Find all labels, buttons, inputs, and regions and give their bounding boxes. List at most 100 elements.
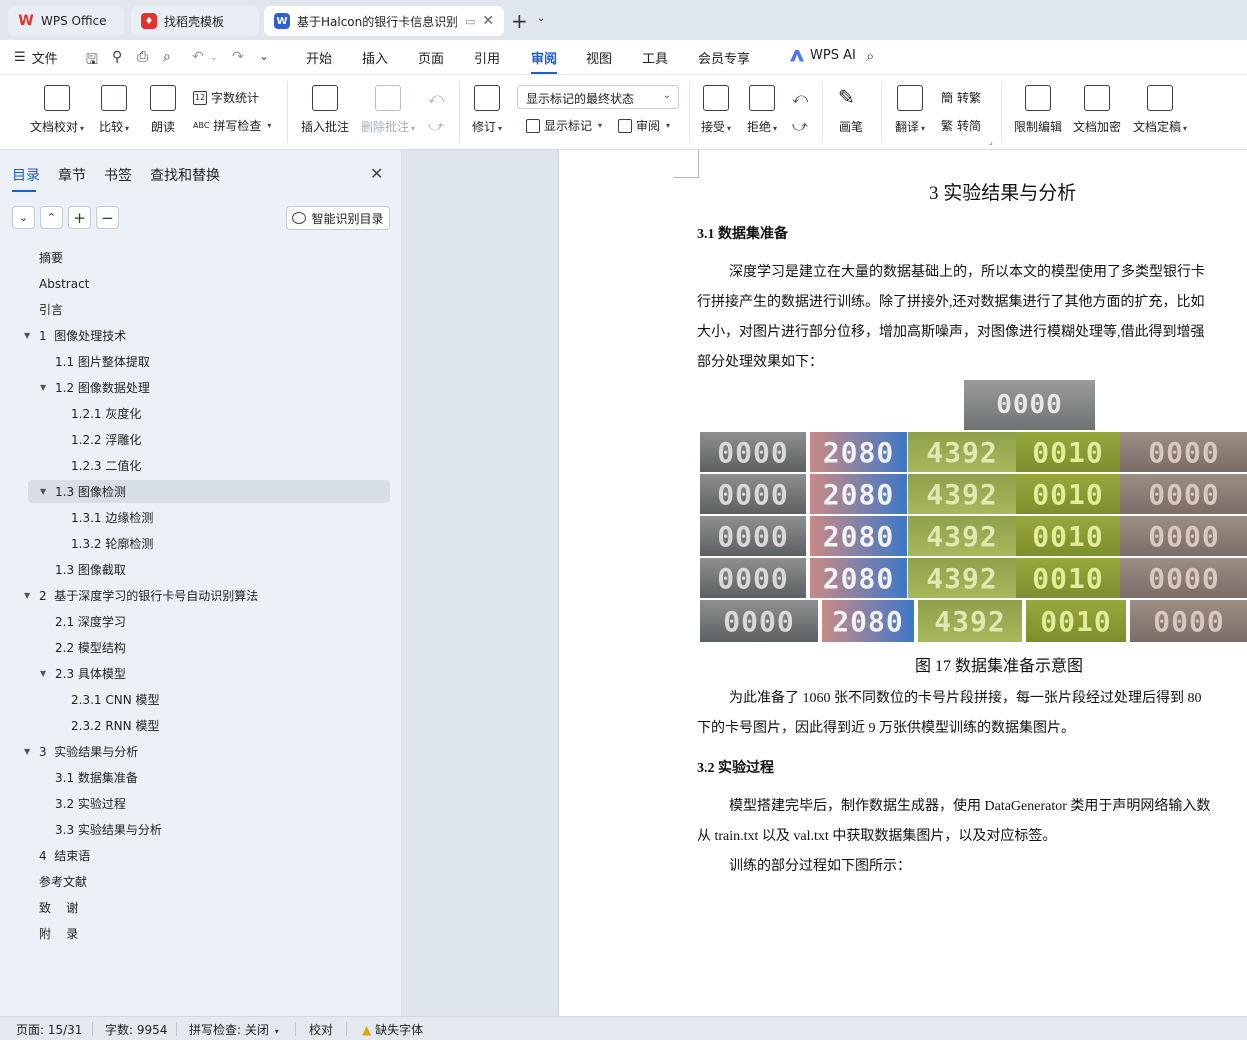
close-icon[interactable]: ✕ bbox=[370, 164, 383, 183]
collapse-all-button[interactable]: ⌄ bbox=[12, 206, 35, 229]
missing-font-status[interactable]: ▲ 缺失字体 bbox=[362, 1021, 423, 1038]
print-icon[interactable]: ⎙ bbox=[137, 49, 148, 65]
toc-item[interactable]: ▼ 1.2 图像数据处理 bbox=[28, 376, 390, 399]
previous-change-icon[interactable]: ⤺ bbox=[792, 89, 808, 107]
page-indicator[interactable]: 页面: 15/31 bbox=[16, 1021, 82, 1038]
to-traditional-button[interactable]: 簡 转繁 bbox=[941, 89, 981, 106]
insert-comment-button[interactable]: 插入批注 bbox=[301, 85, 349, 135]
toc-item[interactable]: 引言 bbox=[28, 298, 390, 321]
remove-heading-button[interactable]: − bbox=[96, 206, 119, 229]
toc-item[interactable]: 附 录 bbox=[28, 922, 390, 945]
toc-item[interactable]: 致 谢 bbox=[28, 896, 390, 919]
menu-home[interactable]: 开始 bbox=[306, 48, 332, 67]
toc-item[interactable]: 2.1 深度学习 bbox=[28, 610, 390, 633]
add-heading-button[interactable]: + bbox=[68, 206, 91, 229]
new-tab-icon[interactable]: + bbox=[511, 9, 528, 33]
toc-item[interactable]: 2.3.1 CNN 模型 bbox=[28, 688, 390, 711]
nav-tab-toc[interactable]: 目录 bbox=[12, 165, 40, 192]
review-pane-button[interactable]: 审阅 ▾ bbox=[618, 117, 670, 134]
expand-triangle-icon[interactable]: ▼ bbox=[40, 383, 46, 392]
tab-wps-office[interactable]: W WPS Office bbox=[8, 6, 124, 36]
toc-item[interactable]: 1.3 图像截取 bbox=[28, 558, 390, 581]
toc-item[interactable]: 2.2 模型结构 bbox=[28, 636, 390, 659]
markup-state-select[interactable]: 显示标记的最终状态 ⌄ bbox=[517, 85, 679, 109]
tab-template[interactable]: ♦ 找稻壳模板 bbox=[131, 6, 259, 36]
expand-triangle-icon[interactable]: ▼ bbox=[40, 487, 46, 496]
spell-check-status[interactable]: 拼写检查: 关闭 ▾ bbox=[189, 1021, 279, 1038]
wps-ai-button[interactable]: WPS AI bbox=[790, 48, 856, 63]
restrict-edit-button[interactable]: 限制编辑 bbox=[1014, 85, 1062, 135]
menu-references[interactable]: 引用 bbox=[474, 48, 500, 67]
toc-item[interactable]: 1.1 图片整体提取 bbox=[28, 350, 390, 373]
tab-document[interactable]: W 基于Halcon的银行卡信息识别 ▭ ✕ bbox=[264, 6, 504, 36]
encrypt-button[interactable]: 文档加密 bbox=[1073, 85, 1121, 135]
close-icon[interactable]: ✕ bbox=[482, 13, 494, 29]
translate-button[interactable]: 翻译 ▾ bbox=[895, 85, 925, 135]
toc-item[interactable]: 1.3.1 边缘检测 bbox=[28, 506, 390, 529]
expand-triangle-icon[interactable]: ▼ bbox=[40, 669, 46, 678]
toc-item[interactable]: 3.1 数据集准备 bbox=[28, 766, 390, 789]
accept-button[interactable]: 接受 ▾ bbox=[701, 85, 731, 135]
proofread-button[interactable]: 文档校对 ▾ bbox=[30, 85, 84, 135]
toc-item[interactable]: 1.3.2 轮廓检测 bbox=[28, 532, 390, 555]
dialog-launcher-icon[interactable]: ⌟ bbox=[989, 137, 993, 146]
more-icon[interactable]: ⌄ bbox=[259, 49, 269, 63]
expand-triangle-icon[interactable]: ▼ bbox=[24, 591, 30, 600]
expand-up-button[interactable]: ⌃ bbox=[40, 206, 63, 229]
print-preview-icon[interactable]: ⌕ bbox=[163, 49, 171, 65]
revise-button[interactable]: 修订 ▾ bbox=[472, 85, 502, 135]
toc-item[interactable]: 2.3.2 RNN 模型 bbox=[28, 714, 390, 737]
search-icon[interactable]: ⌕ bbox=[866, 47, 874, 65]
share-icon[interactable]: ⚲ bbox=[112, 49, 122, 65]
toc-item[interactable]: ▼ 2.3 具体模型 bbox=[28, 662, 390, 685]
toc-item[interactable]: Abstract bbox=[28, 272, 390, 295]
toc-item[interactable]: ▼ 1 图像处理技术 bbox=[24, 324, 390, 347]
toc-item[interactable]: 4 结束语 bbox=[28, 844, 390, 867]
toc-item[interactable]: 摘要 bbox=[28, 246, 390, 269]
to-simplified-button[interactable]: 繁 转简 bbox=[941, 117, 981, 134]
proof-status[interactable]: 校对 bbox=[309, 1021, 333, 1038]
word-count-status[interactable]: 字数: 9954 bbox=[105, 1021, 167, 1038]
toc-item[interactable]: ▼ 3 实验结果与分析 bbox=[24, 740, 390, 763]
save-icon[interactable]: 🖫 bbox=[86, 49, 98, 73]
finalize-button[interactable]: 文档定稿 ▾ bbox=[1133, 85, 1187, 135]
redo-icon[interactable]: ↷ bbox=[232, 49, 244, 65]
toc-item[interactable]: 1.2.1 灰度化 bbox=[28, 402, 390, 425]
word-count-button[interactable]: 12 字数统计 bbox=[193, 89, 259, 106]
menu-member[interactable]: 会员专享 bbox=[698, 48, 750, 67]
document-page[interactable]: 3 实验结果与分析 3.1 数据集准备 深度学习是建立在大量的数据基础上的，所以… bbox=[558, 150, 1247, 1016]
show-markup-button[interactable]: 显示标记 ▾ bbox=[526, 117, 602, 134]
delete-comment-button[interactable]: 删除批注 ▾ bbox=[361, 85, 415, 135]
ink-button[interactable]: ✎ 画笔 bbox=[838, 85, 864, 135]
spell-check-button[interactable]: ABC 拼写检查 ▾ bbox=[193, 117, 271, 134]
reject-button[interactable]: 拒绝 ▾ bbox=[747, 85, 777, 135]
menu-insert[interactable]: 插入 bbox=[362, 48, 388, 67]
menu-view[interactable]: 视图 bbox=[586, 48, 612, 67]
next-comment-icon[interactable]: ⤻ bbox=[428, 117, 444, 135]
monitor-icon[interactable]: ▭ bbox=[465, 15, 475, 28]
toc-item[interactable]: 3.2 实验过程 bbox=[28, 792, 390, 815]
menu-review[interactable]: 审阅 bbox=[531, 48, 558, 74]
menu-tools[interactable]: 工具 bbox=[642, 48, 668, 67]
undo-icon[interactable]: ↶ bbox=[192, 49, 204, 65]
menu-page[interactable]: 页面 bbox=[418, 48, 444, 67]
toc-item[interactable]: ▼ 1.3 图像检测 bbox=[28, 480, 390, 503]
nav-tab-find-replace[interactable]: 查找和替换 bbox=[150, 165, 220, 192]
nav-tab-sections[interactable]: 章节 bbox=[58, 165, 86, 192]
smart-toc-button[interactable]: 智能识别目录 bbox=[286, 206, 390, 230]
toc-item[interactable]: 1.2.2 浮雕化 bbox=[28, 428, 390, 451]
compare-button[interactable]: 比较 ▾ bbox=[99, 85, 129, 135]
toc-item[interactable]: ▼ 2 基于深度学习的银行卡号自动识别算法 bbox=[24, 584, 390, 607]
previous-comment-icon[interactable]: ⤺ bbox=[428, 89, 444, 107]
nav-tab-bookmarks[interactable]: 书签 bbox=[104, 165, 132, 192]
toc-item[interactable]: 参考文献 bbox=[28, 870, 390, 893]
undo-dropdown-icon[interactable]: ⌄ bbox=[210, 53, 218, 63]
chevron-down-icon[interactable]: ⌄ bbox=[537, 13, 545, 24]
toc-item[interactable]: 1.2.3 二值化 bbox=[28, 454, 390, 477]
next-change-icon[interactable]: ⤻ bbox=[792, 117, 808, 135]
read-aloud-button[interactable]: 朗读 bbox=[150, 85, 176, 135]
expand-triangle-icon[interactable]: ▼ bbox=[24, 331, 30, 340]
expand-triangle-icon[interactable]: ▼ bbox=[24, 747, 30, 756]
toc-item[interactable]: 3.3 实验结果与分析 bbox=[28, 818, 390, 841]
file-menu[interactable]: ☰ 文件 bbox=[14, 48, 58, 67]
